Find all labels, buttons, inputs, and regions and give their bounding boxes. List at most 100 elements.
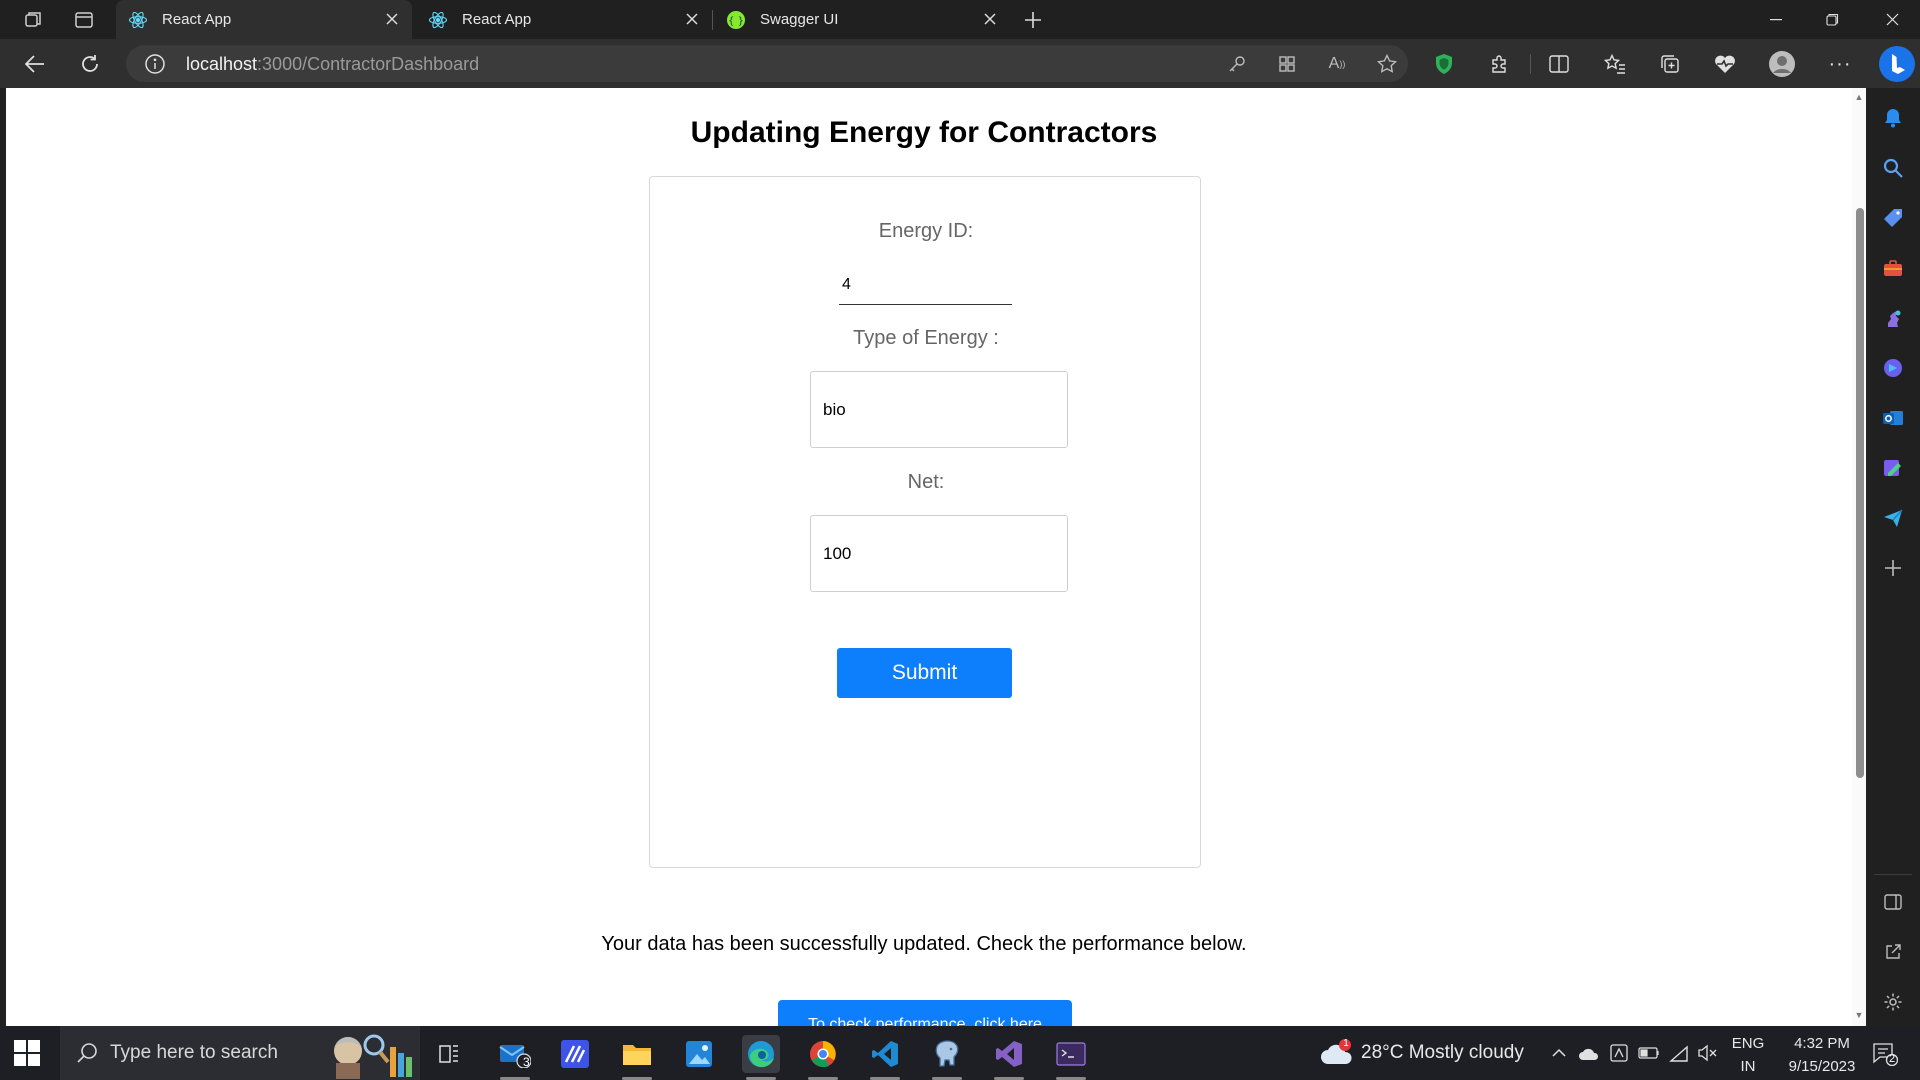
mail-app-icon[interactable]: 3 bbox=[496, 1035, 534, 1080]
scrollbar-thumb[interactable] bbox=[1856, 208, 1864, 778]
extensions-icon[interactable] bbox=[1484, 49, 1514, 79]
terminal-icon[interactable] bbox=[1052, 1035, 1090, 1080]
close-window-icon[interactable] bbox=[1864, 0, 1920, 39]
back-icon[interactable] bbox=[20, 49, 50, 79]
restore-icon[interactable] bbox=[1804, 0, 1860, 39]
scroll-down-icon[interactable]: ▼ bbox=[1854, 1010, 1864, 1020]
notification-count: 2 bbox=[1888, 1053, 1896, 1065]
react-icon bbox=[428, 10, 448, 30]
weather-cloud-icon[interactable]: 1 bbox=[1320, 1038, 1354, 1073]
more-options-icon[interactable]: ··· bbox=[1825, 49, 1855, 79]
copilot-360-icon[interactable] bbox=[1879, 354, 1907, 382]
browser-tab-bar: React App React App { } Swagger UI bbox=[0, 0, 1920, 39]
sidebar-settings-gear-icon[interactable] bbox=[1879, 988, 1907, 1016]
favorites-icon[interactable] bbox=[1600, 49, 1630, 79]
photos-app-icon[interactable] bbox=[680, 1035, 718, 1073]
update-energy-form: Energy ID: Type of Energy : Net: Submit bbox=[649, 176, 1201, 868]
onedrive-cloud-icon[interactable] bbox=[1578, 1042, 1600, 1064]
tab-title: Swagger UI bbox=[760, 11, 839, 28]
react-icon bbox=[128, 10, 148, 30]
search-highlight-illustration-icon bbox=[328, 1029, 418, 1080]
app-available-icon[interactable] bbox=[1276, 53, 1298, 75]
browser-essentials-icon[interactable] bbox=[1710, 49, 1740, 79]
language-indicator[interactable]: ENG IN bbox=[1726, 1035, 1770, 1075]
games-chess-icon[interactable] bbox=[1879, 304, 1907, 332]
search-icon bbox=[76, 1042, 98, 1069]
check-performance-button[interactable]: To check performance, click here bbox=[778, 1000, 1072, 1026]
chrome-browser-icon[interactable] bbox=[804, 1035, 842, 1080]
shield-extension-icon[interactable] bbox=[1429, 49, 1459, 79]
type-of-energy-label: Type of Energy : bbox=[853, 327, 999, 349]
profile-avatar[interactable] bbox=[1767, 49, 1797, 79]
search-placeholder: Type here to search bbox=[110, 1042, 278, 1063]
drop-notes-icon[interactable] bbox=[1879, 454, 1907, 482]
tray-app-icon[interactable] bbox=[1608, 1042, 1630, 1064]
wifi-icon[interactable] bbox=[1668, 1042, 1690, 1064]
net-input[interactable] bbox=[810, 515, 1068, 592]
workspaces-icon[interactable] bbox=[19, 6, 47, 34]
send-paper-plane-icon[interactable] bbox=[1879, 504, 1907, 532]
favorite-star-icon[interactable] bbox=[1376, 53, 1398, 75]
url-text[interactable]: localhost:3000/ContractorDashboard bbox=[186, 54, 479, 75]
tab-actions-icon[interactable] bbox=[70, 6, 98, 34]
page-scrollbar[interactable]: ▲ ▼ bbox=[1852, 88, 1866, 1026]
tools-briefcase-icon[interactable] bbox=[1879, 254, 1907, 282]
address-toolbar: localhost:3000/ContractorDashboard A)) ·… bbox=[0, 39, 1920, 88]
tab-react-app-2[interactable]: React App bbox=[416, 0, 712, 39]
submit-button[interactable]: Submit bbox=[837, 648, 1012, 698]
tab-swagger-ui[interactable]: { } Swagger UI bbox=[714, 0, 1010, 39]
mail-badge: 3 bbox=[523, 1055, 530, 1069]
outlook-icon[interactable] bbox=[1879, 404, 1907, 432]
edge-sidebar bbox=[1866, 88, 1920, 1026]
success-message: Your data has been successfully updated.… bbox=[601, 933, 1247, 955]
energy-id-label: Energy ID: bbox=[878, 220, 974, 242]
url-bar[interactable]: localhost:3000/ContractorDashboard A)) bbox=[126, 45, 1408, 82]
refresh-icon[interactable] bbox=[75, 49, 105, 79]
svg-text:{ }: { } bbox=[728, 16, 744, 27]
tab-title: React App bbox=[162, 11, 232, 28]
show-hidden-icons-chevron-icon[interactable] bbox=[1548, 1042, 1570, 1064]
type-of-energy-input[interactable] bbox=[810, 371, 1068, 448]
info-icon[interactable] bbox=[144, 53, 166, 75]
edge-browser-icon[interactable] bbox=[742, 1035, 780, 1080]
windows-start-icon[interactable] bbox=[14, 1040, 40, 1066]
split-screen-icon[interactable] bbox=[1544, 49, 1574, 79]
open-external-icon[interactable] bbox=[1879, 938, 1907, 966]
toolbar-divider bbox=[1530, 54, 1531, 74]
scroll-up-icon[interactable]: ▲ bbox=[1854, 92, 1864, 102]
energy-id-input[interactable] bbox=[839, 265, 1012, 305]
pgadmin-elephant-icon[interactable] bbox=[928, 1035, 966, 1080]
add-sidebar-app-icon[interactable] bbox=[1879, 554, 1907, 582]
close-tab-icon[interactable] bbox=[382, 9, 402, 29]
net-label: Net: bbox=[907, 471, 945, 493]
weather-alert-badge: 1 bbox=[1343, 1038, 1349, 1049]
volume-muted-icon[interactable] bbox=[1696, 1042, 1718, 1064]
taskbar-search-box[interactable]: Type here to search bbox=[60, 1026, 420, 1080]
tab-react-app-1[interactable]: React App bbox=[116, 0, 412, 39]
close-tab-icon[interactable] bbox=[980, 9, 1000, 29]
weather-text[interactable]: 28°C Mostly cloudy bbox=[1361, 1042, 1524, 1064]
vscode-icon[interactable] bbox=[866, 1035, 904, 1080]
sidebar-divider bbox=[1874, 874, 1912, 875]
shopping-tag-icon[interactable] bbox=[1879, 204, 1907, 232]
hide-sidebar-icon[interactable] bbox=[1879, 888, 1907, 916]
file-explorer-icon[interactable] bbox=[618, 1035, 656, 1080]
notifications-bell-icon[interactable] bbox=[1879, 104, 1907, 132]
battery-icon[interactable] bbox=[1638, 1042, 1660, 1064]
new-tab-icon[interactable] bbox=[1019, 6, 1047, 34]
close-tab-icon[interactable] bbox=[682, 9, 702, 29]
page-viewport: Updating Energy for Contractors Energy I… bbox=[6, 88, 1866, 1026]
swagger-icon: { } bbox=[726, 10, 746, 30]
url-host: localhost bbox=[186, 54, 258, 74]
minimize-icon[interactable] bbox=[1748, 0, 1804, 39]
key-icon[interactable] bbox=[1226, 53, 1248, 75]
search-icon[interactable] bbox=[1879, 154, 1907, 182]
bing-copilot-icon[interactable] bbox=[1878, 45, 1916, 83]
read-aloud-icon[interactable]: A)) bbox=[1326, 53, 1348, 75]
powerautomate-app-icon[interactable] bbox=[556, 1035, 594, 1073]
collections-icon[interactable] bbox=[1655, 49, 1685, 79]
clock[interactable]: 4:32 PM 9/15/2023 bbox=[1770, 1035, 1874, 1075]
visual-studio-icon[interactable] bbox=[990, 1035, 1028, 1080]
notification-center-icon[interactable]: 2 bbox=[1870, 1040, 1900, 1068]
task-view-icon[interactable] bbox=[430, 1035, 468, 1073]
